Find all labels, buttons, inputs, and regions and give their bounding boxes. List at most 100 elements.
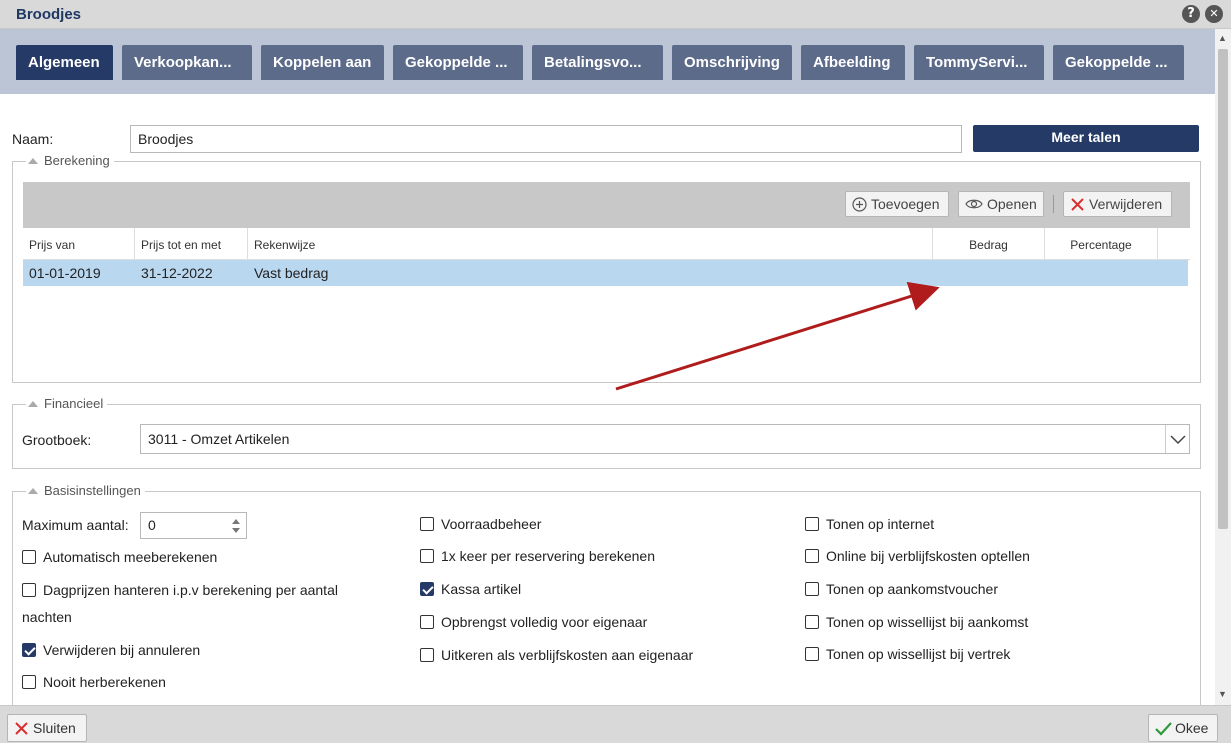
berekening-legend[interactable]: Berekening — [26, 153, 114, 168]
checkbox-label: Tonen op aankomstvoucher — [826, 581, 998, 597]
checkbox-dagprijzen[interactable]: Dagprijzen hanteren i.p.v berekening per… — [22, 582, 338, 598]
tab-betalingsvoorwaarden[interactable]: Betalingsvo... — [532, 45, 663, 80]
plus-circle-icon — [852, 192, 867, 216]
checkbox-aankomstvoucher[interactable]: Tonen op aankomstvoucher — [805, 581, 998, 597]
window-title: Broodjes — [16, 6, 82, 23]
checkbox-opbrengst-eigenaar[interactable]: Opbrengst volledig voor eigenaar — [420, 614, 647, 630]
max-amount-value: 0 — [148, 517, 156, 533]
checkbox-automatisch[interactable]: Automatisch meeberekenen — [22, 549, 217, 565]
checkbox-label: Automatisch meeberekenen — [43, 549, 218, 565]
basis-legend-text: Basisinstellingen — [44, 483, 141, 498]
tab-gekoppelde-1[interactable]: Gekoppelde ... — [393, 45, 523, 80]
red-x-icon — [1070, 192, 1085, 216]
financieel-legend-text: Financieel — [44, 396, 104, 411]
checkbox-tonen-internet[interactable]: Tonen op internet — [805, 516, 934, 532]
ledger-select[interactable]: 3011 - Omzet Artikelen — [140, 424, 1190, 454]
cell-from: 01-01-2019 — [29, 265, 101, 281]
scroll-down-icon[interactable]: ▼ — [1218, 689, 1227, 699]
ok-button[interactable]: Okee — [1148, 714, 1218, 742]
scrollbar-thumb[interactable] — [1218, 49, 1228, 529]
annotation-arrow — [615, 281, 940, 391]
checkbox-label-continued: nachten — [22, 609, 72, 625]
help-icon[interactable]: ? — [1182, 5, 1200, 23]
spinner-down-icon[interactable] — [232, 528, 240, 533]
checkbox-online-verblijfskosten[interactable]: Online bij verblijfskosten optellen — [805, 548, 1030, 564]
checkbox-voorraadbeheer[interactable]: Voorraadbeheer — [420, 516, 541, 532]
checkbox-wissellijst-aankomst[interactable]: Tonen op wissellijst bij aankomst — [805, 614, 1028, 630]
tab-algemeen[interactable]: Algemeen — [16, 45, 113, 80]
open-button-label: Openen — [987, 196, 1037, 212]
checkbox-1x-per-reservering[interactable]: 1x keer per reservering berekenen — [420, 548, 655, 564]
checkbox-kassa-artikel[interactable]: Kassa artikel — [420, 581, 521, 597]
checkbox-box[interactable] — [22, 643, 36, 657]
spinner-up-icon[interactable] — [232, 519, 240, 524]
checkbox-box[interactable] — [22, 675, 36, 689]
ledger-value: 3011 - Omzet Artikelen — [148, 431, 290, 447]
col-percentage[interactable]: Percentage — [1045, 228, 1158, 260]
checkbox-box[interactable] — [420, 517, 434, 531]
scroll-up-icon[interactable]: ▲ — [1218, 33, 1227, 43]
close-button[interactable]: Sluiten — [7, 714, 87, 742]
checkbox-label: Tonen op wissellijst bij vertrek — [826, 646, 1011, 662]
cell-to: 31-12-2022 — [141, 265, 213, 281]
delete-button[interactable]: Verwijderen — [1063, 191, 1172, 217]
financieel-legend[interactable]: Financieel — [26, 396, 108, 411]
checkbox-box[interactable] — [22, 583, 36, 597]
col-prijs-tot[interactable]: Prijs tot en met — [135, 228, 248, 260]
collapse-triangle-icon — [28, 401, 38, 407]
col-prijs-van[interactable]: Prijs van — [23, 228, 135, 260]
checkbox-box[interactable] — [420, 549, 434, 563]
tab-bar: Algemeen Verkoopkan... Koppelen aan Geko… — [0, 29, 1215, 94]
checkbox-label: 1x keer per reservering berekenen — [441, 548, 656, 564]
max-amount-stepper[interactable]: 0 — [140, 512, 247, 539]
checkbox-box[interactable] — [22, 550, 36, 564]
tab-koppelen-aan[interactable]: Koppelen aan — [261, 45, 384, 80]
tab-tommyservice[interactable]: TommyServi... — [914, 45, 1044, 80]
name-label: Naam: — [12, 131, 54, 147]
checkbox-wissellijst-vertrek[interactable]: Tonen op wissellijst bij vertrek — [805, 646, 1010, 662]
berekening-legend-text: Berekening — [44, 153, 110, 168]
collapse-triangle-icon — [28, 158, 38, 164]
cell-method: Vast bedrag — [254, 265, 329, 281]
checkbox-box[interactable] — [805, 517, 819, 531]
chevron-down-icon[interactable] — [1165, 425, 1189, 453]
checkbox-label: Tonen op wissellijst bij aankomst — [826, 614, 1029, 630]
close-button-label: Sluiten — [33, 720, 76, 736]
berekening-toolbar: Toevoegen Openen Verwijderen — [23, 182, 1190, 228]
checkbox-label: Dagprijzen hanteren i.p.v berekening per… — [43, 582, 338, 598]
checkbox-box[interactable] — [420, 615, 434, 629]
checkbox-box[interactable] — [805, 615, 819, 629]
tab-verkoopkanalen[interactable]: Verkoopkan... — [122, 45, 252, 80]
checkbox-label: Kassa artikel — [441, 581, 522, 597]
collapse-triangle-icon — [28, 488, 38, 494]
checkbox-box[interactable] — [420, 648, 434, 662]
basis-legend[interactable]: Basisinstellingen — [26, 483, 145, 498]
tab-omschrijving[interactable]: Omschrijving — [672, 45, 792, 80]
name-input[interactable]: Broodjes — [130, 125, 962, 153]
dialog-footer: Sluiten Okee — [0, 705, 1231, 743]
col-bedrag[interactable]: Bedrag — [933, 228, 1045, 260]
checkbox-label: Uitkeren als verblijfskosten aan eigenaa… — [441, 647, 694, 663]
checkbox-verwijderen-annuleren[interactable]: Verwijderen bij annuleren — [22, 642, 200, 658]
checkbox-box[interactable] — [420, 582, 434, 596]
checkbox-box[interactable] — [805, 647, 819, 661]
checkbox-uitkeren-verblijfskosten[interactable]: Uitkeren als verblijfskosten aan eigenaa… — [420, 647, 693, 663]
window-titlebar: Broodjes ? ✕ — [0, 0, 1231, 29]
checkbox-nooit-herberekenen[interactable]: Nooit herberekenen — [22, 674, 166, 690]
red-x-icon — [14, 720, 33, 736]
add-button[interactable]: Toevoegen — [845, 191, 949, 217]
tab-gekoppelde-2[interactable]: Gekoppelde ... — [1053, 45, 1184, 80]
ledger-label: Grootboek: — [22, 432, 92, 448]
vertical-scrollbar[interactable]: ▲ ▼ — [1215, 29, 1231, 705]
col-rekenwijze[interactable]: Rekenwijze — [248, 228, 933, 260]
open-button[interactable]: Openen — [958, 191, 1044, 217]
close-icon[interactable]: ✕ — [1205, 5, 1223, 23]
ok-button-label: Okee — [1175, 720, 1209, 736]
max-amount-label: Maximum aantal: — [22, 517, 129, 533]
checkbox-box[interactable] — [805, 549, 819, 563]
checkbox-label: Verwijderen bij annuleren — [43, 642, 201, 658]
tab-afbeelding[interactable]: Afbeelding — [801, 45, 905, 80]
checkbox-box[interactable] — [805, 582, 819, 596]
more-languages-button[interactable]: Meer talen — [973, 125, 1199, 152]
delete-button-label: Verwijderen — [1089, 196, 1163, 212]
